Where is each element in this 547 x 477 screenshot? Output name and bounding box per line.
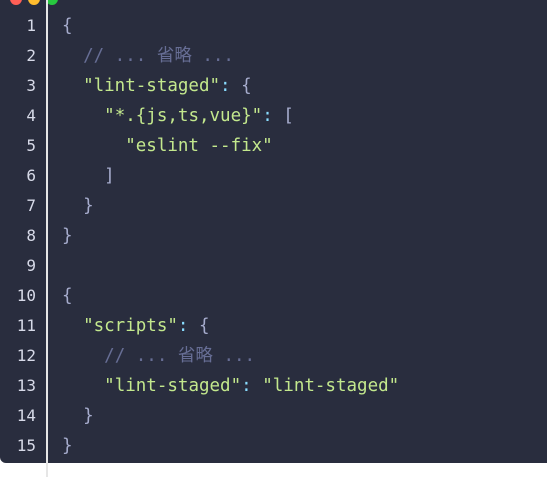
line-number: 11 <box>16 316 36 335</box>
code-line: } <box>62 221 547 251</box>
line-number: 14 <box>16 406 36 425</box>
colon: : <box>220 76 231 96</box>
line-number: 9 <box>26 256 36 275</box>
window-controls <box>10 0 58 5</box>
code-line: { <box>62 11 547 41</box>
line-number: 8 <box>26 226 36 245</box>
colon: : <box>177 316 189 336</box>
json-key: "*.{js,ts,vue}" <box>104 106 263 126</box>
colon: : <box>262 106 273 126</box>
code-line: { <box>62 281 547 311</box>
close-brace: } <box>62 436 73 456</box>
close-bracket: ] <box>104 166 115 186</box>
open-bracket: [ <box>283 106 294 126</box>
line-number-gutter: 1 2 3 4 5 6 7 8 9 10 11 12 13 14 15 <box>0 11 46 461</box>
colon: : <box>241 376 252 396</box>
line-number: 7 <box>26 196 36 215</box>
json-key: "lint-staged" <box>104 376 242 396</box>
comment: // ... 省略 ... <box>104 346 256 366</box>
json-value: "lint-staged" <box>262 376 400 396</box>
line-number: 3 <box>26 76 36 95</box>
code-area[interactable]: { // ... 省略 ... "lint-staged": { "*.{js,… <box>62 11 547 461</box>
code-line: } <box>62 191 547 221</box>
json-value: "eslint --fix" <box>125 136 273 156</box>
line-number: 6 <box>26 166 36 185</box>
code-line: "eslint --fix" <box>62 131 547 161</box>
code-editor: 1 2 3 4 5 6 7 8 9 10 11 12 13 14 15 { //… <box>0 0 547 477</box>
comment: // ... 省略 ... <box>83 46 234 66</box>
open-brace: { <box>199 316 210 336</box>
line-number: 4 <box>26 106 36 125</box>
line-number: 15 <box>16 436 36 455</box>
code-line: } <box>62 401 547 431</box>
gutter-divider <box>46 0 48 477</box>
close-brace: } <box>62 226 73 246</box>
open-brace: { <box>62 286 73 306</box>
code-panel: 1 2 3 4 5 6 7 8 9 10 11 12 13 14 15 { //… <box>0 0 547 463</box>
code-line: "*.{js,ts,vue}": [ <box>62 101 547 131</box>
line-number: 5 <box>26 136 36 155</box>
line-number: 1 <box>26 16 36 35</box>
code-line: "lint-staged": "lint-staged" <box>62 371 547 401</box>
line-number: 2 <box>26 46 36 65</box>
json-key: "scripts" <box>83 316 178 336</box>
open-brace: { <box>241 76 252 96</box>
close-brace: } <box>83 196 94 216</box>
close-dot[interactable] <box>10 0 22 5</box>
line-number: 13 <box>16 376 36 395</box>
line-number: 12 <box>16 346 36 365</box>
code-line: // ... 省略 ... <box>62 41 547 71</box>
code-line: } <box>62 431 547 461</box>
code-line: "lint-staged": { <box>62 71 547 101</box>
line-number: 10 <box>16 286 36 305</box>
code-line: "scripts": { <box>62 311 547 341</box>
minimize-dot[interactable] <box>28 0 40 5</box>
code-line: ] <box>62 161 547 191</box>
open-brace: { <box>62 16 73 36</box>
json-key: "lint-staged" <box>83 76 221 96</box>
code-line: // ... 省略 ... <box>62 341 547 371</box>
close-brace: } <box>83 406 94 426</box>
